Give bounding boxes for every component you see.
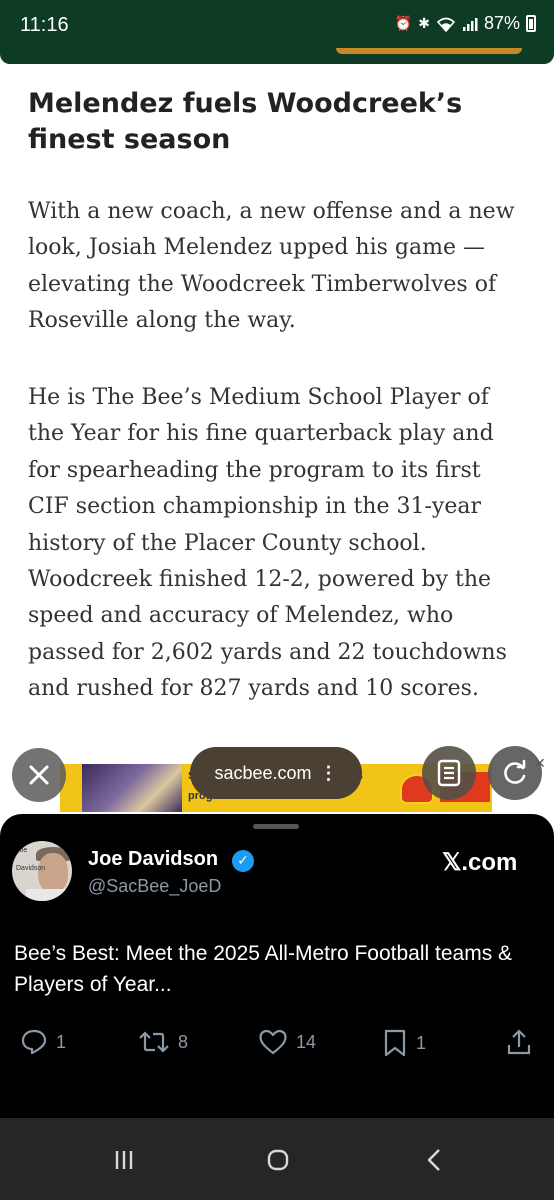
avatar-face: [38, 853, 68, 893]
bluetooth-icon: ✱: [418, 15, 430, 31]
battery-icon: [526, 15, 536, 32]
article-paragraph: He is The Bee’s Medium School Player of …: [28, 385, 507, 702]
article-paragraph: With a new coach, a new offense and a ne…: [28, 199, 515, 334]
drag-handle[interactable]: [253, 824, 299, 829]
site-header-strip: [0, 48, 554, 64]
status-bar: 11:16 ⏰ ✱ 87%: [0, 0, 554, 52]
header-accent-button[interactable]: [336, 48, 522, 54]
source-label[interactable]: 𝕏.com: [442, 848, 517, 877]
like-button[interactable]: 14: [258, 1028, 316, 1056]
back-button[interactable]: [414, 1140, 454, 1180]
verified-icon: ✓: [232, 850, 254, 872]
recents-icon: [115, 1151, 133, 1169]
like-count: 14: [296, 1031, 317, 1052]
article-headline: Melendez fuels Woodcreek’s finest season: [28, 88, 463, 155]
tweet-text[interactable]: Bee’s Best: Meet the 2025 All-Metro Foot…: [14, 938, 544, 1000]
reader-icon: [437, 759, 461, 787]
user-handle[interactable]: @SacBee_JoeD: [88, 876, 221, 897]
recents-button[interactable]: [104, 1140, 144, 1180]
avatar-label: Joe: [16, 847, 28, 854]
avatar[interactable]: Joe Davidson: [12, 841, 72, 901]
reply-button[interactable]: 1: [20, 1028, 66, 1056]
retweet-icon: [139, 1031, 169, 1053]
url-text: sacbee.com: [214, 762, 312, 783]
heart-icon: [259, 1029, 287, 1055]
bookmark-count: 1: [416, 1032, 427, 1053]
tweet-actions: 1 8 14 1: [0, 1028, 554, 1064]
back-icon: [427, 1149, 440, 1171]
avatar-label: Davidson: [16, 865, 46, 872]
bookmark-button[interactable]: 1: [382, 1028, 426, 1058]
reader-mode-button[interactable]: [422, 746, 476, 800]
display-name[interactable]: Joe Davidson: [88, 848, 218, 871]
avatar-shirt: [26, 889, 72, 901]
reply-count: 1: [56, 1031, 67, 1052]
reload-icon: [504, 759, 526, 784]
close-icon: [29, 765, 49, 785]
url-bar[interactable]: sacbee.com ⋮: [190, 747, 362, 799]
alarm-icon: ⏰: [394, 15, 413, 31]
ad-image: [82, 764, 182, 812]
home-button[interactable]: [258, 1140, 298, 1180]
signal-icon: [462, 17, 478, 31]
share-button[interactable]: [506, 1028, 532, 1056]
battery-percent: 87%: [483, 13, 520, 33]
status-icons: ⏰ ✱ 87%: [395, 13, 536, 34]
status-time: 11:16: [20, 14, 69, 36]
more-vert-icon[interactable]: ⋮: [320, 763, 338, 784]
retweet-button[interactable]: 8: [138, 1028, 188, 1056]
close-tab-button[interactable]: [12, 748, 66, 802]
wifi-icon: [436, 17, 456, 32]
home-icon: [267, 1149, 289, 1171]
reply-icon: [21, 1029, 47, 1055]
tweet-card[interactable]: Joe Davidson Joe Davidson ✓ @SacBee_JoeD…: [0, 814, 554, 1118]
system-nav-bar: [0, 1118, 554, 1200]
share-icon: [507, 1029, 531, 1055]
reload-button[interactable]: [488, 746, 542, 800]
bookmark-icon: [384, 1029, 406, 1057]
retweet-count: 8: [178, 1031, 189, 1052]
